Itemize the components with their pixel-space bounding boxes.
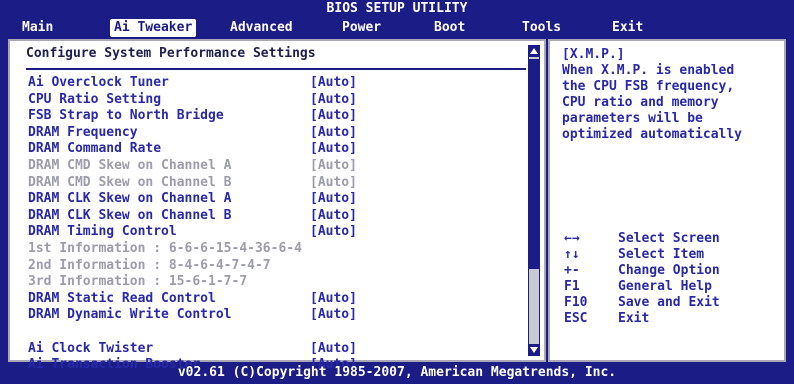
setting-label: DRAM Static Read Control — [28, 290, 216, 306]
key-legend-row: +- Change Option — [564, 263, 784, 279]
menu-power[interactable]: Power — [338, 19, 385, 37]
key-description: Exit — [618, 311, 650, 326]
setting-dram-clk-skew-on-channel-b[interactable]: DRAM CLK Skew on Channel B [Auto] — [28, 208, 518, 225]
setting-dram-timing-control[interactable]: DRAM Timing Control [Auto] — [28, 224, 518, 241]
help-text: [X.M.P.] When X.M.P. is enabled the CPU FS… — [562, 47, 782, 143]
setting-label: DRAM Frequency — [28, 124, 138, 140]
menu-bar: Main Ai Tweaker Advanced Power Boot Tool… — [0, 17, 794, 39]
setting-dram-cmd-skew-on-channel-b: DRAM CMD Skew on Channel B [Auto] — [28, 175, 518, 192]
setting-label: Ai Overclock Tuner — [28, 75, 169, 90]
scrollbar-thumb[interactable] — [529, 59, 539, 269]
setting-label: DRAM Timing Control — [28, 224, 177, 240]
menu-boot[interactable]: Boot — [430, 19, 469, 37]
setting-label: FSB Strap to North Bridge — [28, 108, 224, 124]
setting-label: DRAM CMD Skew on Channel A — [28, 157, 232, 173]
spacer-row — [28, 324, 518, 341]
key-legend-row: ←→ Select Screen — [564, 231, 784, 247]
menu-advanced[interactable]: Advanced — [226, 19, 297, 37]
setting-label: 2nd Information : 8-4-6-4-7-4-7 — [28, 257, 271, 273]
key-label: ESC — [564, 311, 588, 326]
setting-value[interactable]: [Auto] — [310, 191, 357, 208]
scrollbar[interactable] — [528, 45, 540, 356]
setting-value[interactable]: [Auto] — [310, 341, 357, 358]
key-description: Change Option — [618, 263, 720, 278]
setting-label: DRAM CLK Skew on Channel A — [28, 191, 232, 207]
setting-label: DRAM Command Rate — [28, 141, 162, 157]
settings-panel: Configure System Performance Settings Ai… — [8, 39, 546, 372]
setting-fsb-strap-to-north-bridge[interactable]: FSB Strap to North Bridge [Auto] — [28, 108, 518, 125]
setting-value[interactable]: [Auto] — [310, 291, 357, 308]
setting-value: [Auto] — [310, 157, 357, 173]
setting-value[interactable]: [Auto] — [310, 125, 357, 142]
setting-ai-clock-twister[interactable]: Ai Clock Twister [Auto] — [28, 341, 518, 358]
key-description: General Help — [618, 279, 712, 294]
setting-value[interactable]: [Auto] — [310, 224, 357, 241]
setting-value[interactable]: [Auto] — [310, 75, 357, 92]
key-legend-row: F10 Save and Exit — [564, 295, 784, 311]
setting-dram-clk-skew-on-channel-a[interactable]: DRAM CLK Skew on Channel A [Auto] — [28, 191, 518, 208]
help-line: CPU ratio and memory — [562, 95, 719, 110]
setting-dram-cmd-skew-on-channel-a: DRAM CMD Skew on Channel A [Auto] — [28, 158, 518, 175]
menu-tools[interactable]: Tools — [518, 19, 565, 37]
arrow-keys-icon: ←→ — [564, 231, 580, 246]
key-legend-row: ESC Exit — [564, 311, 784, 327]
scroll-up-arrow-icon[interactable] — [529, 45, 539, 57]
key-legend-row: F1 General Help — [564, 279, 784, 295]
setting-label: 1st Information : 6-6-6-15-4-36-6-4 — [28, 240, 302, 256]
setting-value: [Auto] — [310, 174, 357, 190]
key-description: Save and Exit — [618, 295, 720, 310]
menu-ai-tweaker[interactable]: Ai Tweaker — [110, 19, 197, 37]
setting-dram-dynamic-write-control[interactable]: DRAM Dynamic Write Control [Auto] — [28, 307, 518, 324]
key-label: F1 — [564, 279, 580, 294]
help-line: optimized automatically — [562, 127, 743, 142]
key-description: Select Item — [618, 247, 705, 262]
settings-list: Ai Overclock Tuner [Auto] CPU Ratio Settin… — [28, 75, 518, 374]
setting-label: 3rd Information : 15-6-1-7-7 — [28, 274, 248, 290]
setting-dram-static-read-control[interactable]: DRAM Static Read Control [Auto] — [28, 291, 518, 308]
arrow-keys-icon: ↑↓ — [564, 247, 580, 262]
help-line: When X.M.P. is enabled — [562, 63, 735, 78]
menu-exit[interactable]: Exit — [608, 19, 647, 37]
key-description: Select Screen — [618, 231, 720, 246]
setting-label: DRAM CMD Skew on Channel B — [28, 174, 232, 190]
key-label: +- — [564, 263, 580, 278]
setting-dram-frequency[interactable]: DRAM Frequency [Auto] — [28, 125, 518, 142]
help-line: the CPU FSB frequency, — [562, 79, 735, 94]
bios-title: BIOS SETUP UTILITY — [326, 1, 468, 16]
menu-main[interactable]: Main — [18, 19, 57, 37]
info-line-3rd-information-15-6-1-7-7: 3rd Information : 15-6-1-7-7 — [28, 274, 518, 291]
setting-label: Ai Clock Twister — [28, 340, 154, 356]
setting-value[interactable]: [Auto] — [310, 208, 357, 225]
help-panel: [X.M.P.] When X.M.P. is enabled the CPU FS… — [548, 39, 786, 362]
setting-label: CPU Ratio Setting — [28, 91, 162, 107]
panel-heading: Configure System Performance Settings — [26, 46, 316, 61]
setting-value[interactable]: [Auto] — [310, 141, 357, 158]
setting-value[interactable]: [Auto] — [310, 307, 357, 324]
scroll-down-arrow-icon[interactable] — [529, 344, 539, 356]
heading-divider — [26, 68, 526, 70]
setting-value[interactable]: [Auto] — [310, 108, 357, 125]
key-legend-row: ↑↓ Select Item — [564, 247, 784, 263]
setting-value[interactable]: [Auto] — [310, 92, 357, 109]
info-line-1st-information-6-6-6-15-4-36-6-4: 1st Information : 6-6-6-15-4-36-6-4 — [28, 241, 518, 258]
setting-ai-overclock-tuner[interactable]: Ai Overclock Tuner [Auto] — [28, 75, 518, 92]
help-line: [X.M.P.] — [562, 47, 625, 62]
setting-dram-command-rate[interactable]: DRAM Command Rate [Auto] — [28, 141, 518, 158]
setting-label: DRAM Dynamic Write Control — [28, 307, 232, 323]
setting-cpu-ratio-setting[interactable]: CPU Ratio Setting [Auto] — [28, 92, 518, 109]
copyright-footer: v02.61 (C)Copyright 1985-2007, American … — [177, 365, 617, 380]
setting-label: DRAM CLK Skew on Channel B — [28, 207, 232, 223]
key-label: F10 — [564, 295, 588, 310]
info-line-2nd-information-8-4-6-4-7-4-7: 2nd Information : 8-4-6-4-7-4-7 — [28, 258, 518, 275]
help-line: parameters will be — [562, 111, 703, 126]
key-legend: ←→ Select Screen ↑↓ Select Item +- Change Opt… — [564, 231, 784, 327]
